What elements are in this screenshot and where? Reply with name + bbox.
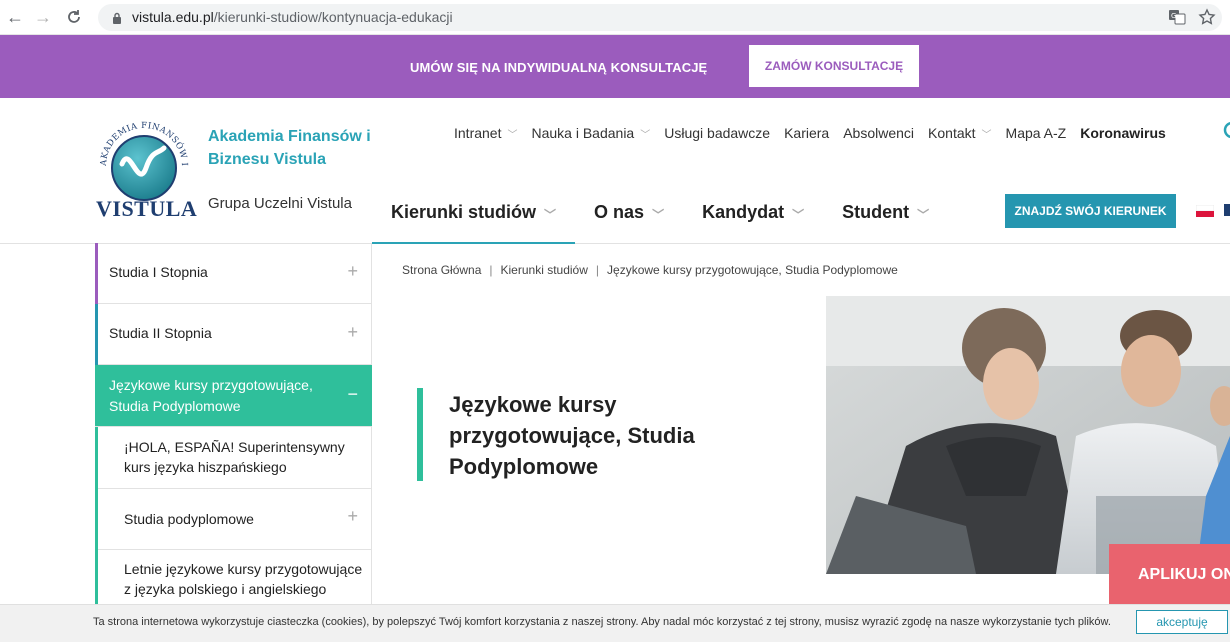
site-header: AKADEMIA FINANSÓW I BIZNESU VISTULA Akad… (0, 98, 1230, 244)
address-bar[interactable]: vistula.edu.pl/kierunki-studiow/kontynua… (98, 4, 1222, 31)
lock-icon (112, 11, 122, 29)
order-consultation-button[interactable]: ZAMÓW KONSULTACJĘ (749, 45, 919, 87)
topnav-career[interactable]: Kariera (784, 123, 829, 143)
main-navigation: Kierunki studiów ﹀ O nas ﹀ Kandydat ﹀ Stude… (372, 188, 948, 244)
chevron-down-icon: ﹀ (640, 129, 651, 141)
hero-accent-bar (417, 388, 423, 481)
back-icon[interactable]: ← (4, 6, 26, 28)
topnav-sitemap[interactable]: Mapa A-Z (1006, 123, 1067, 143)
cookie-banner: Ta strona internetowa wykorzystuje ciast… (0, 604, 1230, 642)
topnav-research-services[interactable]: Usługi badawcze (664, 123, 770, 143)
chevron-down-icon: ﹀ (917, 208, 930, 222)
sidebar-menu: Studia I Stopnia + Studia II Stopnia + J… (95, 243, 372, 642)
topnav-contact[interactable]: Kontakt ﹀ (928, 123, 991, 143)
consultation-banner: UMÓW SIĘ NA INDYWIDUALNĄ KONSULTACJĘ ZAM… (0, 35, 1230, 98)
sidebar-item-language-courses[interactable]: Językowe kursy przygotowujące, Studia Po… (95, 365, 372, 427)
university-name[interactable]: Akademia Finansów i Biznesu Vistula (208, 125, 378, 171)
chevron-down-icon: ﹀ (652, 208, 665, 222)
hero-photo-students (826, 296, 1230, 574)
sidebar-item-second-degree[interactable]: Studia II Stopnia + (95, 304, 372, 365)
page-title: Językowe kursy przygotowujące, Studia Po… (449, 392, 695, 479)
mainnav-study-programs[interactable]: Kierunki studiów ﹀ (372, 188, 576, 244)
browser-toolbar: ← → vistula.edu.pl/kierunki-studiow/kont… (0, 0, 1230, 35)
consultation-text: UMÓW SIĘ NA INDYWIDUALNĄ KONSULTACJĘ (410, 60, 708, 75)
accent-bar (95, 550, 98, 612)
accent-bar (95, 427, 98, 489)
chevron-down-icon: ﹀ (792, 208, 805, 222)
breadcrumb-home[interactable]: Strona Główna (402, 263, 481, 277)
sidebar-subitem-label: Letnie językowe kursy przygotowujące z j… (124, 561, 363, 597)
logo-wordmark: VISTULA (96, 196, 198, 221)
reload-icon[interactable] (63, 6, 85, 28)
polish-flag-icon[interactable] (1195, 204, 1215, 217)
plus-icon[interactable]: + (347, 506, 358, 527)
plus-icon[interactable]: + (347, 322, 358, 343)
university-group: Grupa Uczelni Vistula (208, 195, 352, 212)
translate-icon[interactable]: G (1168, 8, 1188, 28)
breadcrumb: Strona Główna | Kierunki studiów | Językowe … (402, 263, 898, 277)
breadcrumb-study-programs[interactable]: Kierunki studiów (501, 263, 588, 277)
sidebar-item-first-degree[interactable]: Studia I Stopnia + (95, 243, 372, 304)
topnav-coronavirus[interactable]: Koronawirus (1080, 123, 1166, 143)
plus-icon[interactable]: + (347, 261, 358, 282)
accent-bar (95, 489, 98, 550)
forward-icon[interactable]: → (32, 6, 54, 28)
english-flag-icon[interactable] (1224, 204, 1230, 216)
topnav-intranet[interactable]: Intranet ﹀ (454, 123, 517, 143)
sidebar-subitem-label: ¡HOLA, ESPAÑA! Superintensywny kurs języ… (124, 439, 345, 475)
chevron-down-icon: ﹀ (507, 129, 518, 141)
accent-bar (95, 304, 98, 365)
chevron-down-icon: ﹀ (544, 208, 557, 222)
mainnav-candidate[interactable]: Kandydat ﹀ (683, 188, 823, 244)
bookmark-star-icon[interactable] (1198, 8, 1218, 28)
search-icon[interactable] (1220, 120, 1230, 147)
sidebar-subitem-postgraduate[interactable]: Studia podyplomowe + (95, 489, 372, 550)
minus-icon[interactable]: − (347, 384, 358, 405)
sidebar-subitem-label: Studia podyplomowe (124, 511, 254, 527)
top-navigation: Intranet ﹀ Nauka i Badania ﹀ Usługi badawc… (454, 123, 1180, 143)
mainnav-student[interactable]: Student ﹀ (823, 188, 948, 244)
apply-online-button[interactable]: APLIKUJ ON (1109, 544, 1230, 605)
sidebar-item-label: Studia II Stopnia (109, 325, 212, 341)
find-program-button[interactable]: ZNAJDŹ SWÓJ KIERUNEK (1005, 194, 1176, 228)
mainnav-about-us[interactable]: O nas ﹀ (575, 188, 683, 244)
cookie-text: Ta strona internetowa wykorzystuje ciast… (93, 616, 1111, 628)
topnav-alumni[interactable]: Absolwenci (843, 123, 914, 143)
sidebar-subitem-summer-courses[interactable]: Letnie językowe kursy przygotowujące z j… (95, 550, 372, 612)
accent-bar (95, 243, 98, 304)
sidebar-subitem-spanish-course[interactable]: ¡HOLA, ESPAÑA! Superintensywny kurs języ… (95, 427, 372, 489)
url-text: vistula.edu.pl/kierunki-studiow/kontynua… (132, 9, 453, 25)
chevron-down-icon: ﹀ (981, 129, 992, 141)
accept-cookies-button[interactable]: akceptuję (1136, 610, 1228, 634)
breadcrumb-current: Językowe kursy przygotowujące, Studia Po… (607, 263, 898, 277)
topnav-research[interactable]: Nauka i Badania ﹀ (531, 123, 650, 143)
svg-text:G: G (1171, 12, 1176, 20)
sidebar-item-label: Językowe kursy przygotowujące, Studia Po… (109, 377, 313, 414)
sidebar-item-label: Studia I Stopnia (109, 264, 208, 280)
